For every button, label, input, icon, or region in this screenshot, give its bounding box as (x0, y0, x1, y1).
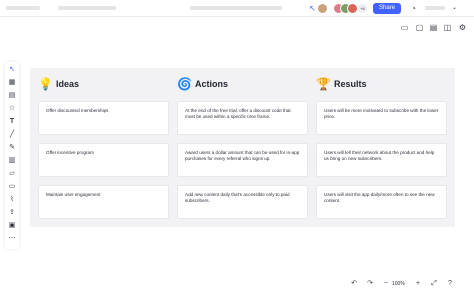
templates-icon[interactable]: ▦ (7, 78, 17, 88)
card-text: Users will be more motivated to subscrib… (324, 108, 439, 119)
undo-icon[interactable]: ↶ (349, 277, 359, 291)
card-idea[interactable]: Offer incentive program (38, 143, 169, 177)
settings-icon[interactable]: ⚙ (457, 22, 468, 33)
pen-tool-icon[interactable]: ✎ (7, 143, 17, 153)
account-placeholder[interactable] (425, 6, 445, 10)
card-text: Add new content daily that's accessible … (185, 192, 290, 203)
column-header-ideas: 💡 Ideas (38, 74, 79, 94)
menu-placeholder[interactable] (6, 6, 40, 10)
card-action[interactable]: Award users a dollar amount that can be … (177, 143, 308, 177)
column-title: Results (334, 79, 367, 89)
card-text: At the end of the free trial, offer a di… (185, 108, 291, 119)
column-header-actions: 🌀 Actions (177, 74, 228, 94)
collaborator-count[interactable]: +6 (357, 3, 368, 14)
column-header-results: 🏆 Results (316, 74, 367, 94)
chart-icon[interactable]: ⌇ (7, 195, 17, 205)
present-icon[interactable]: ◫ (442, 22, 453, 33)
notifications-icon[interactable]: ◔ (409, 4, 418, 13)
upload-icon[interactable]: ⇪ (7, 208, 17, 218)
share-button[interactable]: Share (373, 3, 401, 14)
column-title: Actions (195, 79, 229, 89)
frames-icon[interactable]: ▭ (399, 22, 410, 33)
card-result[interactable]: Users will be more motivated to subscrib… (316, 101, 447, 135)
star-icon[interactable]: ☆ (7, 104, 17, 114)
comment-tool-icon[interactable]: ▭ (7, 182, 17, 192)
table-icon[interactable]: ▤ (7, 91, 17, 101)
card-text: Users will visit the app daily/more ofte… (324, 192, 435, 203)
bottom-bar: ↶ ↷ − 100% + ⤢ ? (345, 277, 473, 291)
column-title: Ideas (56, 79, 80, 89)
cursor-icon[interactable]: ↖ (308, 4, 317, 13)
card-text: Users will tell their network about the … (324, 150, 435, 161)
card-result[interactable]: Users will visit the app daily/more ofte… (316, 185, 447, 219)
card-text: Offer incentive program (46, 150, 94, 155)
zoom-level[interactable]: 100% (392, 277, 405, 291)
card-text: Maintain user engagement (46, 192, 101, 197)
card-action[interactable]: At the end of the free trial, offer a di… (177, 101, 308, 135)
help-icon[interactable]: ? (445, 277, 455, 291)
card-idea[interactable]: Maintain user engagement (38, 185, 169, 219)
frame-tool-icon[interactable]: ▥ (7, 156, 17, 166)
redo-icon[interactable]: ↷ (365, 277, 375, 291)
top-bar: ↖ +6 Share ◔ ⌄ (0, 0, 474, 17)
card-text: Award users a dollar amount that can be … (185, 150, 300, 161)
more-tools-icon[interactable]: ⋯ (7, 234, 17, 244)
breadcrumb-placeholder[interactable] (190, 6, 282, 10)
card-idea[interactable]: Offer discounted memberships (38, 101, 169, 135)
tool-panel: ↖ ▦ ▤ ☆ T ╱ ✎ ▥ ▱ ▭ ⌇ ⇪ ▣ ⋯ (5, 62, 19, 249)
text-tool-icon[interactable]: T (7, 117, 17, 127)
trophy-icon: 🏆 (316, 77, 331, 91)
card-action[interactable]: Add new content daily that's accessible … (177, 185, 308, 219)
zoom-in-icon[interactable]: + (413, 277, 423, 291)
board-title-placeholder[interactable] (58, 6, 116, 10)
zoom-out-icon[interactable]: − (381, 277, 391, 291)
sticky-note-icon[interactable]: ▱ (7, 169, 17, 179)
card-text: Offer discounted memberships (46, 108, 109, 113)
line-tool-icon[interactable]: ╱ (7, 130, 17, 140)
cyclone-icon: 🌀 (177, 77, 192, 91)
comment-icon[interactable]: ▢ (414, 22, 425, 33)
fit-screen-icon[interactable]: ⤢ (429, 277, 439, 291)
light-bulb-icon: 💡 (38, 77, 53, 91)
card-result[interactable]: Users will tell their network about the … (316, 143, 447, 177)
image-icon[interactable]: ▣ (7, 221, 17, 231)
avatar[interactable] (317, 3, 328, 14)
chevron-down-icon[interactable]: ⌄ (450, 4, 459, 13)
chat-icon[interactable]: ▤ (428, 22, 439, 33)
select-tool-icon[interactable]: ↖ (7, 65, 17, 75)
